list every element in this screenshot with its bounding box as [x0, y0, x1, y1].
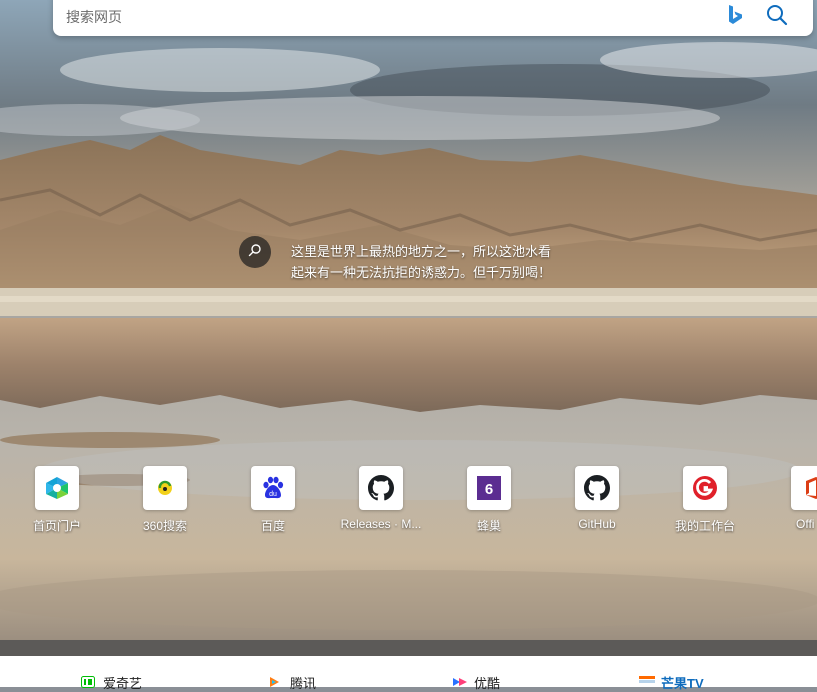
image-caption[interactable]: 这里是世界上最热的地方之一，所以这池水看起来有一种无法抗拒的诱惑力。但千万别喝！ — [291, 241, 553, 283]
svg-text:6: 6 — [485, 481, 493, 498]
tab-label: 芒果TV — [661, 675, 704, 691]
360-search-icon — [143, 466, 187, 510]
quick-link-workspace[interactable]: 我的工作台 — [659, 466, 751, 536]
quick-link-fengchao[interactable]: 6 蜂巢 — [443, 466, 535, 536]
quick-link-portal[interactable]: 首页门户 — [11, 466, 103, 536]
baidu-paw-icon: du — [251, 466, 295, 510]
quick-link-label: 首页门户 — [32, 519, 81, 533]
youku-icon — [452, 676, 467, 688]
tab-label: 腾讯 — [290, 675, 317, 691]
search-icon[interactable] — [765, 3, 789, 27]
tab-mango-tv[interactable]: 芒果TV — [639, 674, 704, 691]
tab-label: 优酷 — [474, 675, 501, 691]
github-icon — [359, 466, 403, 510]
search-input[interactable] — [64, 4, 708, 30]
quick-link-label: GitHub — [578, 517, 616, 531]
github-icon — [575, 466, 619, 510]
quick-link-baidu[interactable]: du 百度 — [227, 466, 319, 536]
tab-youku[interactable]: 优酷 — [452, 674, 501, 691]
svg-text:du: du — [269, 491, 277, 498]
search-bar — [53, 0, 813, 36]
bottom-strip — [0, 640, 817, 656]
office-icon — [791, 466, 817, 510]
magnifier-icon — [248, 243, 262, 262]
quick-link-label: 360搜索 — [142, 519, 188, 533]
mango-tv-icon — [639, 676, 655, 688]
portal-icon — [35, 466, 79, 510]
tab-label: 爱奇艺 — [103, 675, 143, 691]
quick-link-github[interactable]: GitHub — [551, 466, 643, 536]
fengchao-6-icon: 6 — [467, 466, 511, 510]
quick-link-label: Offi — [796, 517, 815, 531]
video-feed-tabs: 爱奇艺 腾讯 优酷 芒果TV — [0, 656, 817, 691]
quick-link-label: 百度 — [260, 519, 285, 533]
quick-link-releases[interactable]: Releases · M... — [335, 466, 427, 536]
quick-link-label: Releases · M... — [340, 517, 422, 531]
background-image — [0, 0, 817, 640]
iqiyi-icon — [81, 676, 95, 688]
quick-link-label: 蜂巢 — [476, 519, 501, 533]
red-g-icon — [683, 466, 727, 510]
tencent-video-icon — [268, 676, 282, 688]
quick-link-label: 我的工作台 — [674, 519, 735, 533]
tab-iqiyi[interactable]: 爱奇艺 — [81, 674, 143, 691]
quick-link-office[interactable]: Offi — [767, 466, 817, 536]
tab-tencent[interactable]: 腾讯 — [268, 674, 317, 691]
quick-link-360-search[interactable]: 360搜索 — [119, 466, 211, 536]
image-info-button[interactable] — [239, 236, 271, 268]
bing-icon[interactable] — [726, 3, 746, 27]
